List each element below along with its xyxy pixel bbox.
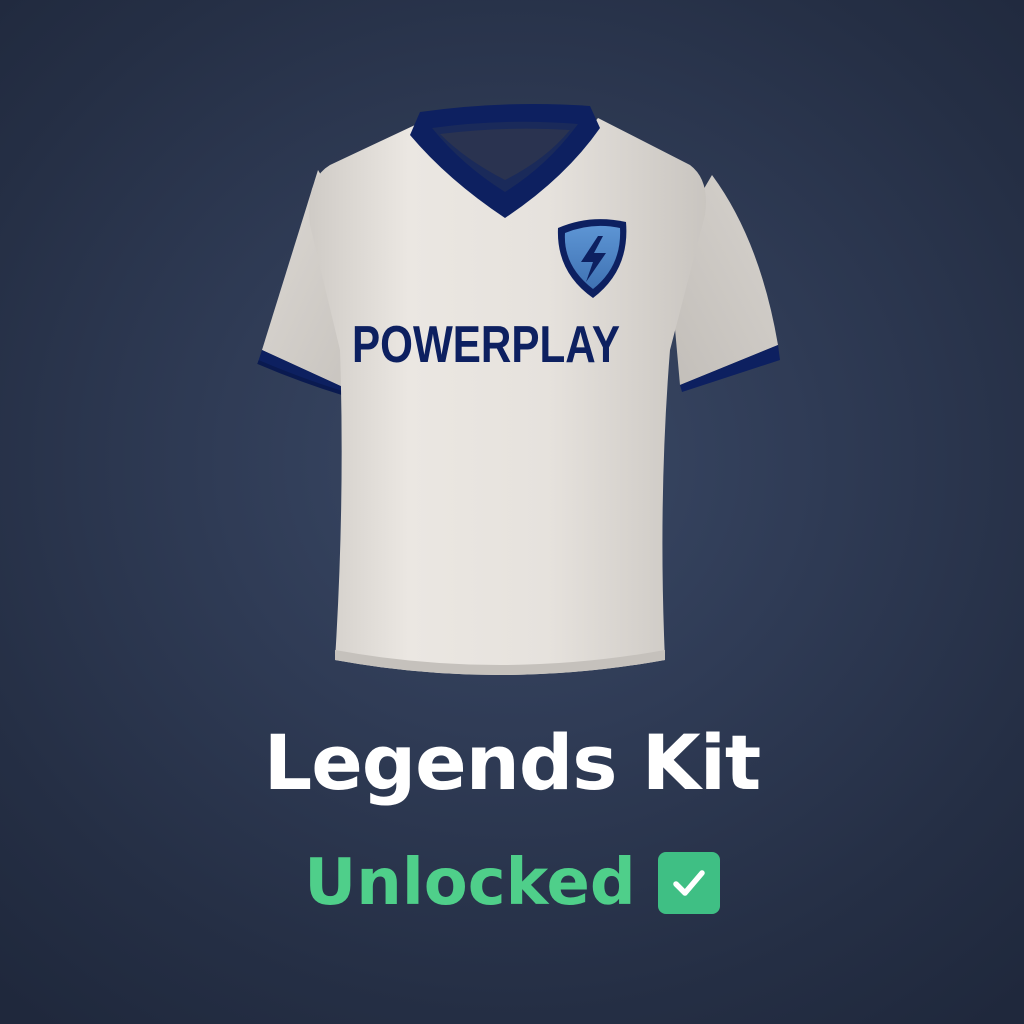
sponsor-text: POWERPLAY — [352, 316, 620, 374]
check-icon — [657, 852, 720, 914]
jersey-illustration: POWERPLAY — [257, 104, 780, 675]
reward-screen: POWERPLAY Legends Kit Unlocked — [0, 0, 1024, 1024]
unlock-status: Unlocked — [0, 843, 1024, 923]
status-label: Unlocked — [304, 846, 636, 920]
item-title: Legends Kit — [263, 718, 761, 807]
